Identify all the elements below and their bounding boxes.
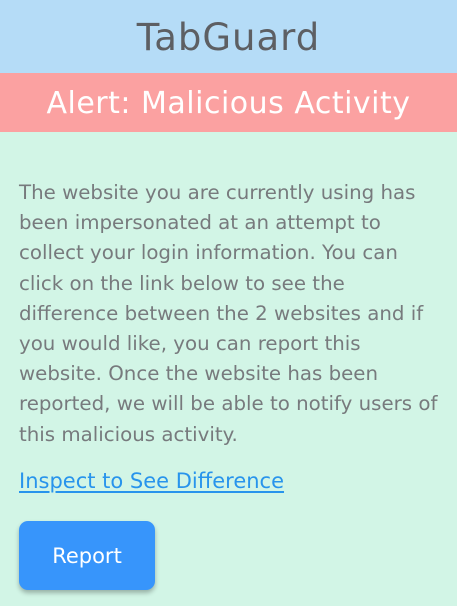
alert-banner: Alert: Malicious Activity (0, 73, 457, 132)
report-button[interactable]: Report (19, 521, 155, 590)
alert-message: The website you are currently using has … (19, 181, 438, 446)
alert-title: Alert: Malicious Activity (46, 86, 411, 121)
app-header: TabGuard (0, 0, 457, 73)
inspect-difference-link[interactable]: Inspect to See Difference (19, 469, 284, 493)
app-title: TabGuard (136, 16, 321, 59)
main-content: The website you are currently using has … (0, 132, 457, 606)
